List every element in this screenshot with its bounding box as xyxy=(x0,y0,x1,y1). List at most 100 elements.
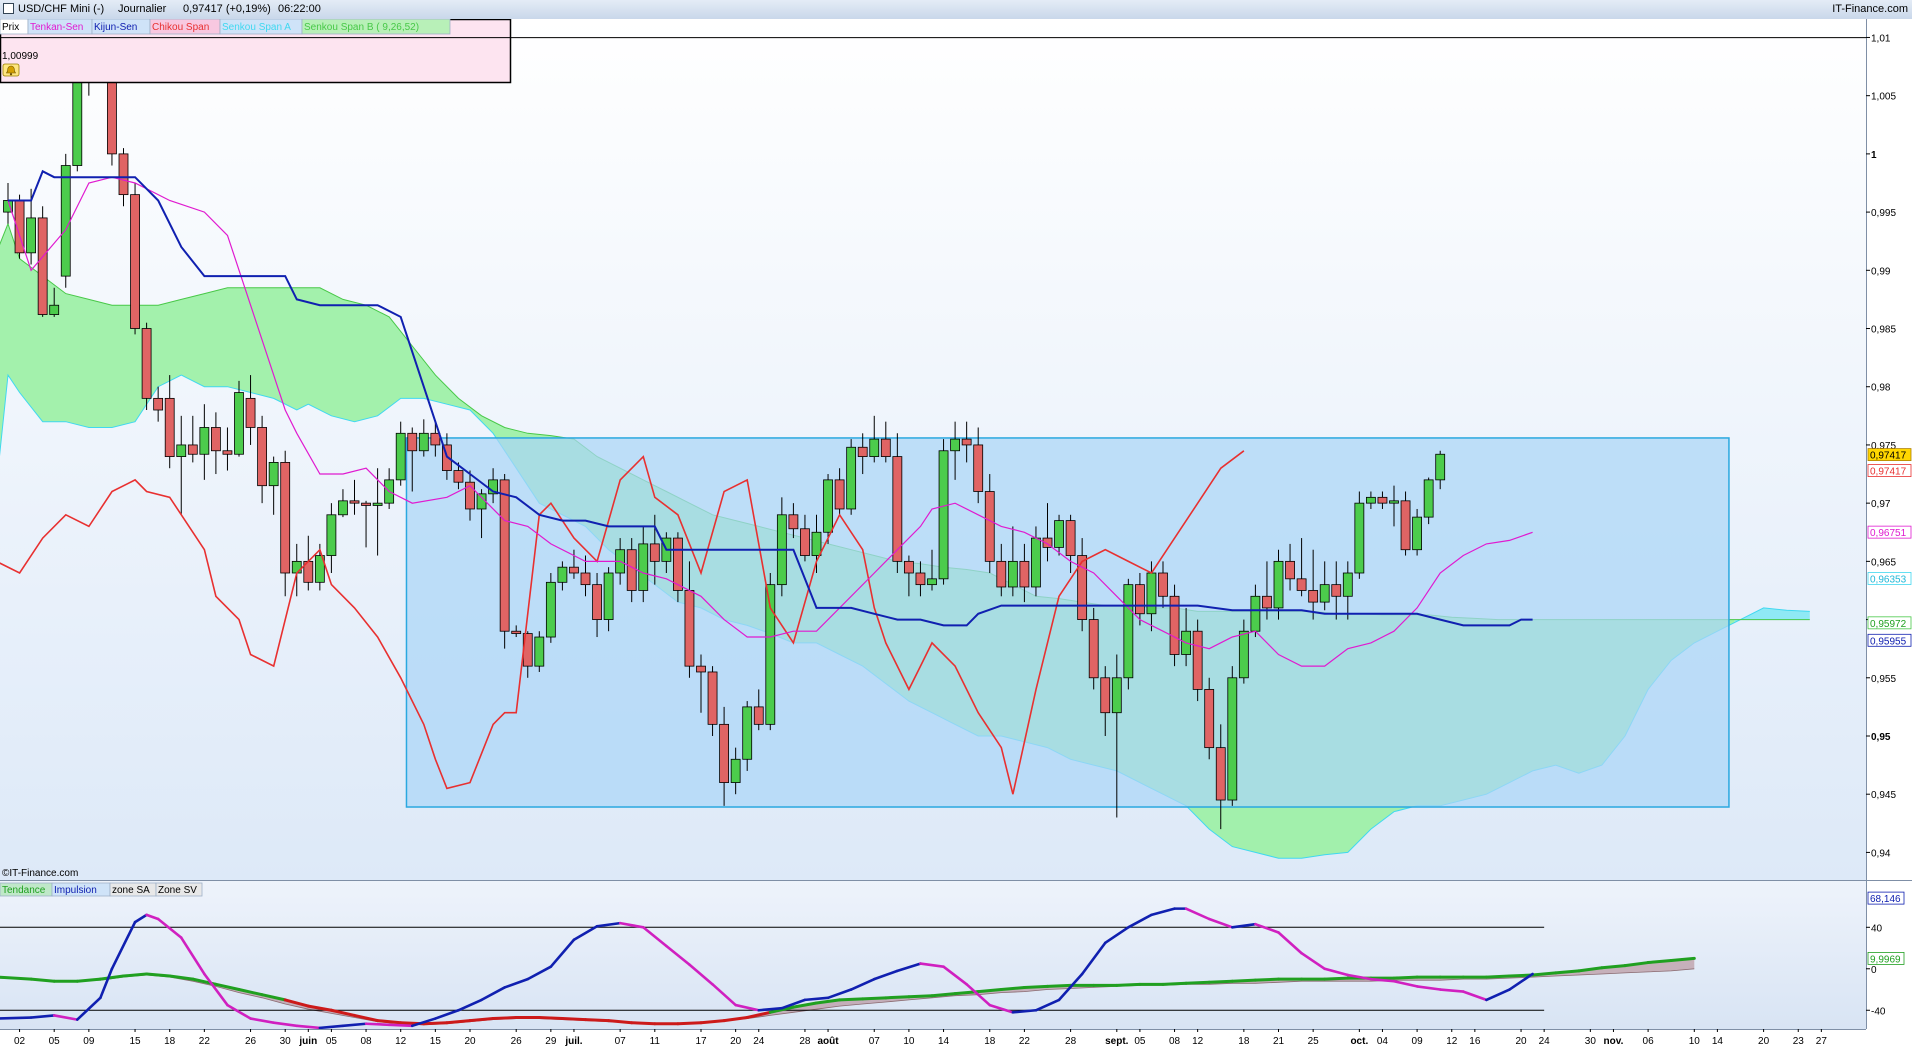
candle[interactable] xyxy=(545,573,556,643)
candle[interactable] xyxy=(1204,677,1215,760)
x-tick-label: 05 xyxy=(1134,1036,1146,1047)
x-tick-label: 20 xyxy=(730,1036,742,1047)
candle[interactable] xyxy=(60,153,71,288)
candle[interactable] xyxy=(37,206,48,317)
x-tick-label: 08 xyxy=(1169,1036,1181,1047)
candle-body xyxy=(130,194,140,329)
candle[interactable] xyxy=(534,631,545,672)
impulsion-segment xyxy=(387,1023,414,1028)
instrument-title: USD/CHF Mini (-) xyxy=(18,3,105,15)
range-zone-rectangle[interactable] xyxy=(405,437,1730,808)
candle-body xyxy=(950,438,960,452)
candle-body xyxy=(915,572,926,586)
candle-body xyxy=(407,432,418,452)
legend-label: zone SA xyxy=(112,885,150,896)
candle[interactable] xyxy=(765,573,776,731)
candle-body xyxy=(418,432,429,452)
candle[interactable] xyxy=(1423,477,1434,525)
legend-label: Zone SV xyxy=(158,885,197,896)
tendance-segment xyxy=(930,992,957,998)
price-tag-value: 0,95972 xyxy=(1870,619,1907,630)
candle[interactable] xyxy=(1354,491,1365,579)
tendance-segment xyxy=(537,1016,564,1021)
candle[interactable] xyxy=(1192,619,1203,702)
candle[interactable] xyxy=(1088,607,1099,690)
period-label[interactable]: Journalier xyxy=(118,3,166,15)
x-tick-label: 28 xyxy=(799,1036,811,1047)
candle-body xyxy=(118,153,129,196)
impulsion-segment xyxy=(0,1016,33,1020)
price-tag[interactable]: 0,97417 xyxy=(1867,448,1912,462)
price-tag[interactable]: 0,97417 xyxy=(1867,464,1912,478)
candle[interactable] xyxy=(1169,584,1180,667)
candle-body xyxy=(869,438,880,457)
chart-canvas[interactable]: 1,00999 Prix Tenkan-Sen Kijun-Sen Chikou Spa… xyxy=(0,19,1912,1050)
indicator-value-tag[interactable]: 9,9969 xyxy=(1867,952,1905,965)
x-tick-label: 06 xyxy=(1643,1036,1655,1047)
candle-body xyxy=(1135,584,1145,615)
indicator-legend-item-1[interactable]: Impulsion xyxy=(51,882,111,897)
candle-body xyxy=(395,432,406,481)
legend-item-4[interactable]: Senkou Span A xyxy=(219,19,303,35)
candle-body xyxy=(938,450,949,580)
indicator-value-tag[interactable]: 68,146 xyxy=(1867,891,1905,905)
candle[interactable] xyxy=(938,439,949,585)
legend-item-3[interactable]: Chikou Span xyxy=(149,19,221,35)
candle-body xyxy=(880,438,891,457)
x-tick-label: 24 xyxy=(753,1036,765,1047)
x-tick-label: août xyxy=(817,1036,839,1047)
price-tag[interactable]: 0,95972 xyxy=(1867,616,1912,630)
candle[interactable] xyxy=(499,474,510,649)
candle-body xyxy=(996,560,1007,588)
candle-body xyxy=(649,543,660,562)
price-tag[interactable]: 0,96353 xyxy=(1867,572,1912,585)
candle[interactable] xyxy=(141,322,152,411)
candle[interactable] xyxy=(1123,578,1134,690)
tendance-segment xyxy=(1230,978,1257,983)
legend-item-0[interactable]: Prix xyxy=(0,19,29,35)
tendance-segment xyxy=(145,972,172,978)
x-tick-label: 18 xyxy=(984,1036,996,1047)
x-tick-label: 30 xyxy=(280,1036,292,1047)
candle[interactable] xyxy=(846,439,857,515)
legend-item-5[interactable]: Senkou Span B ( 9,26,52) xyxy=(301,19,451,35)
candle-body xyxy=(1342,572,1353,597)
candle-body xyxy=(788,514,799,530)
candle-body xyxy=(823,479,833,533)
window-icon[interactable] xyxy=(3,3,14,14)
indicator-legend-item-2[interactable]: zone SA xyxy=(109,882,157,897)
tendance-segment xyxy=(884,995,911,1000)
candle-body xyxy=(372,502,383,506)
candle-body xyxy=(742,706,753,760)
candle-body xyxy=(37,217,48,315)
tendance-segment xyxy=(699,1019,726,1025)
x-tick-label: juil. xyxy=(564,1036,582,1047)
indicator-legend-item-3[interactable]: Zone SV xyxy=(155,882,203,897)
candle[interactable] xyxy=(234,380,244,457)
candle-body xyxy=(1412,516,1422,551)
candle-body xyxy=(1435,453,1446,481)
tendance-segment xyxy=(1669,956,1696,962)
indicator-tick-label: -40 xyxy=(1871,1006,1886,1017)
indicator-legend-item-0[interactable]: Tendance xyxy=(0,882,53,897)
indicator-pane[interactable] xyxy=(0,881,1866,1029)
indicator-tag-value: 68,146 xyxy=(1870,894,1901,905)
candle[interactable] xyxy=(130,182,140,335)
candle-body xyxy=(153,397,164,411)
x-tick-label: 16 xyxy=(1469,1036,1481,1047)
x-tick-label: 26 xyxy=(511,1036,523,1047)
legend-item-2[interactable]: Kijun-Sen xyxy=(91,19,151,35)
candle[interactable] xyxy=(1400,491,1411,556)
candle-body xyxy=(476,493,487,510)
candle-body xyxy=(1146,572,1157,615)
tendance-segment xyxy=(1253,977,1280,982)
legend-label: Senkou Span A xyxy=(222,22,291,33)
legend-item-1[interactable]: Tenkan-Sen xyxy=(27,19,93,35)
bell-icon[interactable] xyxy=(2,63,20,77)
tendance-segment xyxy=(976,988,1003,994)
candle-body xyxy=(499,479,510,632)
price-tag[interactable]: 0,96751 xyxy=(1867,525,1912,539)
candle[interactable] xyxy=(1227,666,1238,806)
x-tick-label: 05 xyxy=(49,1036,61,1047)
price-tag[interactable]: 0,95955 xyxy=(1867,633,1912,647)
